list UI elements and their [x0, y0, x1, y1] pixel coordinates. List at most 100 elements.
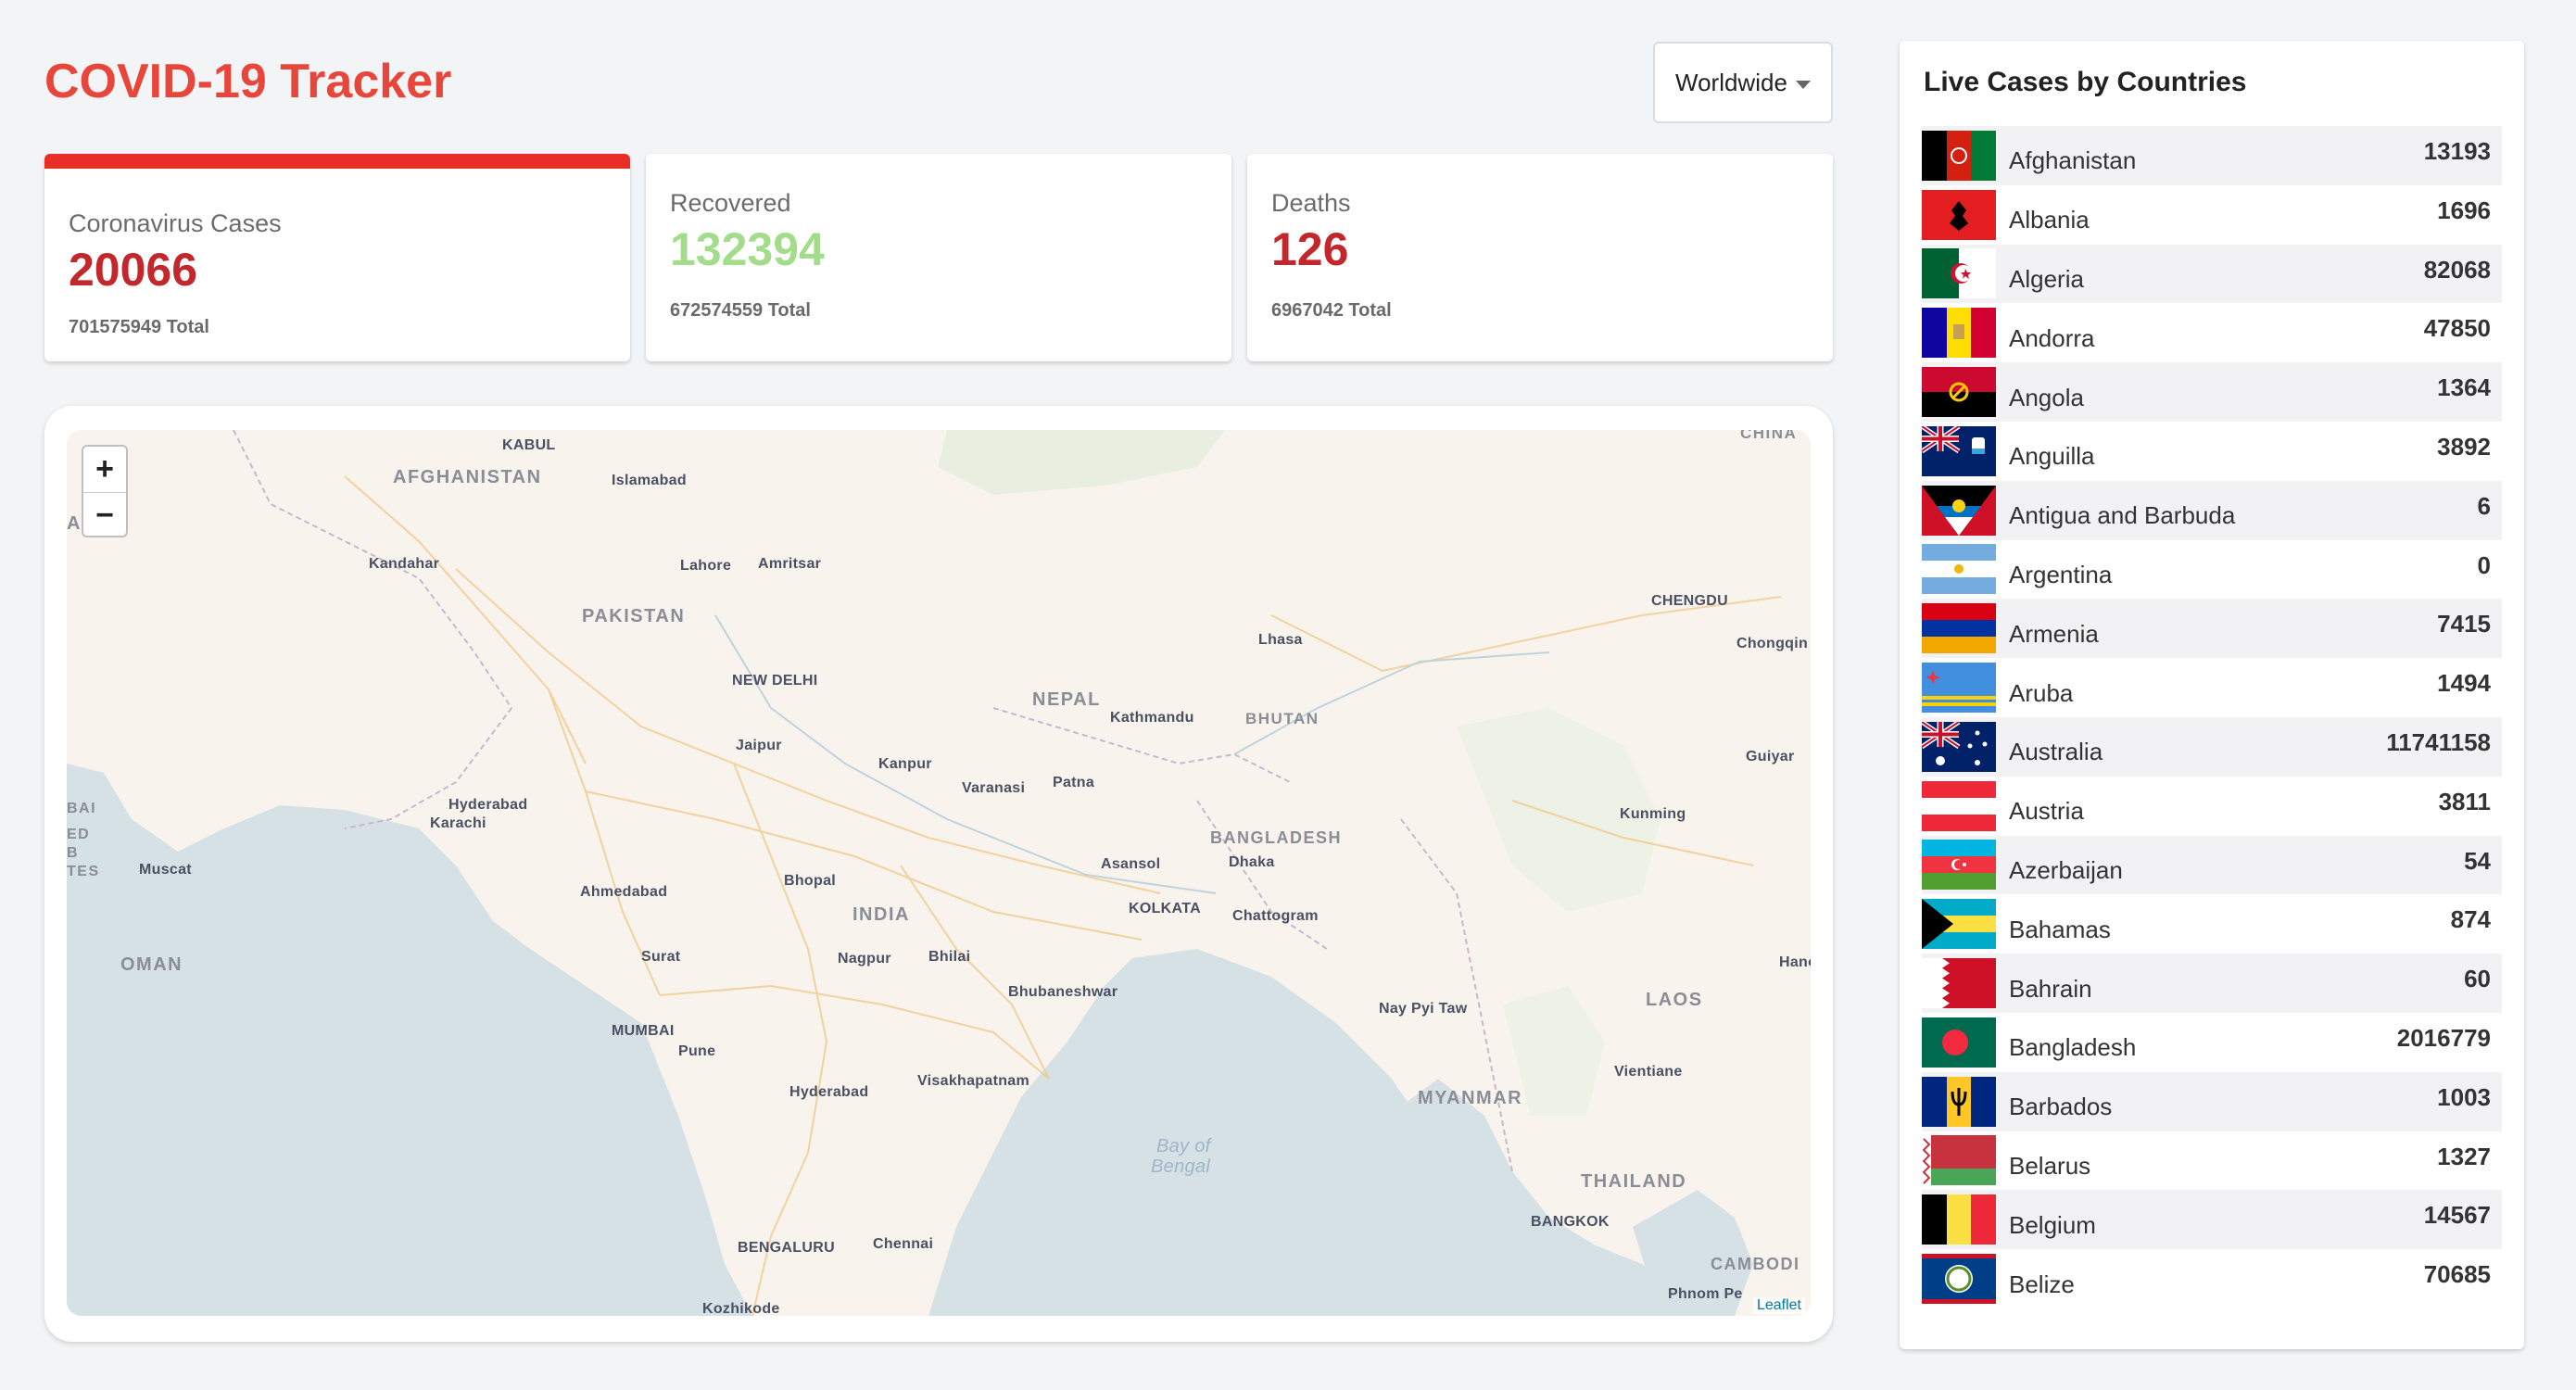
map-label: CAMBODI — [1711, 1255, 1800, 1273]
country-name: Armenia — [2009, 619, 2099, 648]
table-row[interactable]: Bahrain 60 — [1922, 954, 2502, 1013]
country-cases: 13193 — [2423, 137, 2491, 165]
country-cases: 47850 — [2423, 314, 2491, 343]
map-label: Surat — [641, 949, 681, 965]
map-label: PAKISTAN — [582, 606, 686, 626]
map-label: Varanasi — [962, 780, 1026, 796]
table-row[interactable]: Anguilla 3892 — [1922, 422, 2502, 481]
bangladesh-flag-icon — [1922, 1017, 1996, 1068]
map-label: Nay Pyi Taw — [1379, 1001, 1468, 1017]
bahamas-flag-icon — [1922, 899, 1996, 950]
country-cases: 7415 — [2437, 610, 2491, 638]
belgium-flag-icon — [1922, 1194, 1996, 1245]
map-label: CHENGDU — [1651, 593, 1728, 609]
australia-flag-icon — [1922, 721, 1996, 772]
map-label: BHUTAN — [1245, 710, 1320, 727]
country-cases: 3811 — [2438, 787, 2491, 815]
map-label: Vientiane — [1614, 1064, 1683, 1080]
recovered-label: Recovered — [670, 189, 791, 217]
country-cases: 1364 — [2437, 373, 2491, 402]
country-cases: 60 — [2464, 965, 2491, 993]
table-row[interactable]: Armenia 7415 — [1922, 599, 2502, 659]
recovered-card[interactable]: Recovered 132394 672574559 Total — [646, 154, 1231, 361]
table-row[interactable]: Angola 1364 — [1922, 362, 2502, 422]
zoom-out-button[interactable]: − — [83, 492, 126, 537]
table-row[interactable]: Aruba 1494 — [1922, 658, 2502, 717]
map-label: MUMBAI — [612, 1023, 675, 1039]
table-row[interactable]: Bangladesh 2016779 — [1922, 1013, 2502, 1072]
country-name: Bangladesh — [2009, 1033, 2137, 1062]
map-label: Bengal — [1151, 1156, 1211, 1177]
country-cases: 70685 — [2423, 1260, 2491, 1289]
country-name: Andorra — [2009, 323, 2095, 352]
map-attribution-link[interactable]: Leaflet — [1752, 1297, 1805, 1314]
country-select-value: Worldwide — [1675, 68, 1787, 96]
country-cases: 6 — [2477, 491, 2491, 520]
bahrain-flag-icon — [1922, 958, 1996, 1009]
country-select[interactable]: Worldwide — [1653, 42, 1833, 123]
table-row[interactable]: Antigua and Barbuda 6 — [1922, 480, 2502, 540]
map-label: Chongqin — [1736, 636, 1809, 651]
country-name: Albania — [2009, 206, 2090, 234]
map-label: CHINA — [1740, 430, 1798, 442]
table-row[interactable]: Austria 3811 — [1922, 777, 2502, 836]
country-name: Aruba — [2009, 678, 2074, 707]
cases-total: 701575949 Total — [69, 317, 209, 337]
albania-flag-icon — [1922, 189, 1996, 240]
country-cases: 1494 — [2437, 669, 2491, 698]
table-row[interactable]: Andorra 47850 — [1922, 303, 2502, 362]
anguilla-flag-icon — [1922, 425, 1996, 476]
country-name: Australia — [2009, 738, 2103, 766]
map-label: Bhopal — [784, 873, 837, 889]
map-label: BAI — [67, 801, 97, 816]
map-card: KABUL AFGHANISTAN Islamabad Kandahar Lah… — [44, 406, 1833, 1342]
map-label: Guiyar — [1746, 749, 1795, 764]
cases-label: Coronavirus Cases — [69, 209, 282, 237]
country-cases: 54 — [2464, 846, 2491, 875]
table-row[interactable]: Argentina 0 — [1922, 540, 2502, 600]
table-row[interactable]: Bahamas 874 — [1922, 894, 2502, 954]
country-cases: 82068 — [2423, 255, 2491, 284]
map-label: Kathmandu — [1110, 710, 1194, 726]
map-label: BANGKOK — [1531, 1214, 1610, 1230]
table-row[interactable]: Algeria 82068 — [1922, 244, 2502, 304]
andorra-flag-icon — [1922, 308, 1996, 359]
table-row[interactable]: Australia 11741158 — [1922, 716, 2502, 777]
map-label: Nagpur — [838, 951, 891, 967]
map-label: Bhubaneshwar — [1008, 984, 1118, 1000]
country-cases: 2016779 — [2396, 1023, 2491, 1052]
table-row[interactable]: Albania 1696 — [1922, 185, 2502, 245]
algeria-flag-icon — [1922, 248, 1996, 299]
map-label: B — [67, 845, 80, 861]
country-cases: 0 — [2477, 550, 2491, 579]
map-label: Visakhapatnam — [917, 1073, 1029, 1089]
zoom-control: + − — [82, 445, 128, 537]
country-name: Belarus — [2009, 1151, 2091, 1180]
country-list[interactable]: Afghanistan 13193 Albania 1696 Algeria 82068 A… — [1922, 126, 2502, 1308]
country-name: Afghanistan — [2009, 146, 2137, 175]
table-row[interactable]: Azerbaijan 54 — [1922, 835, 2502, 895]
country-cases: 1696 — [2437, 196, 2491, 224]
map-label: KABUL — [502, 437, 556, 453]
map-label: Bhilai — [928, 949, 971, 965]
zoom-in-button[interactable]: + — [83, 447, 126, 492]
map-label: LAOS — [1646, 990, 1703, 1010]
table-row[interactable]: Afghanistan 13193 — [1922, 126, 2502, 185]
table-row[interactable]: Belgium 14567 — [1922, 1190, 2502, 1250]
map[interactable]: KABUL AFGHANISTAN Islamabad Kandahar Lah… — [67, 430, 1811, 1316]
deaths-label: Deaths — [1271, 189, 1351, 217]
table-row[interactable]: Belarus 1327 — [1922, 1131, 2502, 1191]
map-label: Hanoi — [1779, 954, 1811, 970]
map-label: Lahore — [680, 558, 732, 574]
afghanistan-flag-icon — [1922, 130, 1996, 181]
cases-card[interactable]: Coronavirus Cases 20066 701575949 Total — [44, 154, 630, 361]
table-row[interactable]: Barbados 1003 — [1922, 1071, 2502, 1131]
map-label: BENGALURU — [738, 1240, 835, 1256]
argentina-flag-icon — [1922, 544, 1996, 595]
table-row[interactable]: Belize 70685 — [1922, 1249, 2502, 1308]
deaths-card[interactable]: Deaths 126 6967042 Total — [1247, 154, 1833, 361]
deaths-today: 126 — [1271, 223, 1349, 275]
map-label: Phnom Pe — [1668, 1286, 1743, 1302]
belarus-flag-icon — [1922, 1135, 1996, 1186]
country-name: Belgium — [2009, 1210, 2096, 1239]
